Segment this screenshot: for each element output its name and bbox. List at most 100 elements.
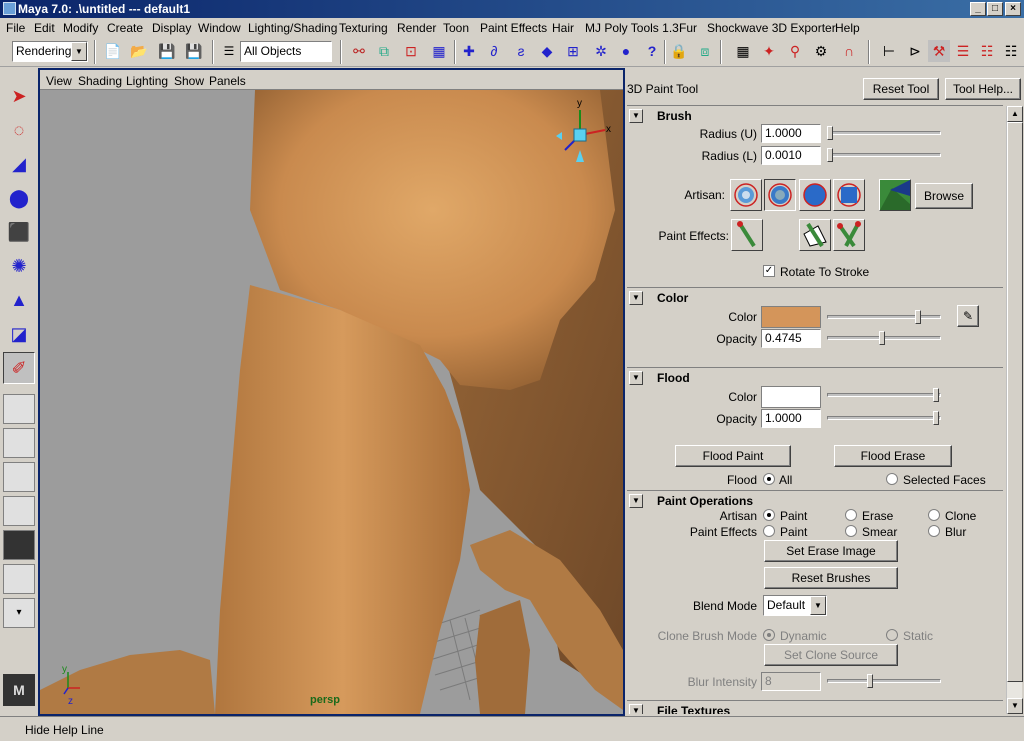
radius-u-slider[interactable] — [827, 126, 941, 140]
viewport-menu-panels[interactable]: Panels — [209, 74, 246, 88]
color-opacity-slider[interactable] — [827, 331, 941, 345]
collapse-triangle-icon[interactable]: ▼ — [629, 704, 643, 714]
ipr-render-icon[interactable]: ✦ — [758, 40, 780, 62]
flood-opacity-slider[interactable] — [827, 411, 941, 425]
input-line-icon[interactable]: ⊢ — [878, 40, 900, 62]
maximize-button[interactable]: □ — [987, 2, 1003, 16]
hypershade-icon[interactable]: ⚙ — [810, 40, 832, 62]
attribute-editor-toggle-icon[interactable]: ☰ — [952, 40, 974, 62]
collapse-triangle-icon[interactable]: ▼ — [629, 371, 643, 385]
four-view-layout-icon[interactable] — [3, 428, 35, 458]
persp-trax-layout-icon[interactable] — [3, 564, 35, 594]
lock-icon[interactable]: 🔒 — [668, 40, 690, 62]
menu-lighting-shading[interactable]: Lighting/Shading — [248, 21, 337, 35]
select-by-component-icon[interactable]: ⊡ — [400, 40, 422, 62]
menu-modify[interactable]: Modify — [63, 21, 98, 35]
scroll-thumb[interactable] — [1007, 122, 1023, 682]
radius-l-field[interactable]: 0.0010 — [761, 146, 821, 165]
color-swatch[interactable] — [761, 306, 821, 328]
color-opacity-field[interactable]: 0.4745 — [761, 329, 821, 348]
set-clone-source-button[interactable]: Set Clone Source — [764, 644, 898, 666]
construction-history-icon[interactable]: ⧈ — [694, 40, 716, 62]
snap-to-curve-icon[interactable]: ∂ — [483, 40, 505, 62]
tool-settings-toggle-icon[interactable]: ⚒ — [928, 40, 950, 62]
channel-box-toggle-icon[interactable]: ⊳ — [904, 40, 926, 62]
blur-intensity-slider[interactable] — [827, 674, 941, 688]
3d-paint-tool-icon[interactable]: ✐ — [3, 352, 35, 384]
render-sphere-icon[interactable]: ● — [615, 40, 637, 62]
file-textures-section-header[interactable]: ▼ File Textures — [627, 700, 1003, 714]
selection-field[interactable]: All Objects — [240, 41, 332, 62]
scale-tool-icon[interactable]: ✺ — [3, 250, 35, 282]
collapse-triangle-icon[interactable]: ▼ — [629, 291, 643, 305]
flood-paint-button[interactable]: Flood Paint — [675, 445, 791, 467]
viewport-menu-lighting[interactable]: Lighting — [126, 74, 168, 88]
menu-edit[interactable]: Edit — [34, 21, 55, 35]
browse-brush-image-icon[interactable] — [879, 179, 911, 211]
radius-u-field[interactable]: 1.0000 — [761, 124, 821, 143]
select-by-object-type-icon[interactable]: ⧉ — [373, 40, 395, 62]
persp-outliner-layout-icon[interactable] — [3, 462, 35, 492]
square-brush-icon[interactable] — [833, 179, 865, 211]
history-icon[interactable]: ✲ — [590, 40, 612, 62]
slider-thumb[interactable] — [879, 331, 885, 345]
flood-erase-button[interactable]: Flood Erase — [834, 445, 952, 467]
flood-color-swatch[interactable] — [761, 386, 821, 408]
persp-graph-layout-icon[interactable] — [3, 496, 35, 526]
flood-color-slider[interactable] — [827, 388, 941, 402]
menu-display[interactable]: Display — [152, 21, 191, 35]
artisan-paint-radio[interactable] — [763, 509, 775, 521]
menu-toon[interactable]: Toon — [443, 21, 469, 35]
slider-thumb[interactable] — [827, 148, 833, 162]
menu-hair[interactable]: Hair — [552, 21, 574, 35]
save-scene-as-icon[interactable]: 💾 — [183, 40, 205, 62]
menu-create[interactable]: Create — [107, 21, 143, 35]
slider-thumb[interactable] — [933, 388, 939, 402]
close-button[interactable]: × — [1005, 2, 1021, 16]
blend-mode-dropdown[interactable]: Default ▼ — [763, 595, 827, 616]
slider-thumb[interactable] — [933, 411, 939, 425]
slider-thumb[interactable] — [827, 126, 833, 140]
browse-button[interactable]: Browse — [915, 183, 973, 209]
flood-opacity-field[interactable]: 1.0000 — [761, 409, 821, 428]
move-tool-icon[interactable]: ⬤ — [3, 182, 35, 214]
menu-set-dropdown[interactable]: Rendering ▼ — [12, 41, 88, 62]
slider-thumb[interactable] — [915, 310, 921, 324]
color-picker-eyedropper-icon[interactable]: ✎ — [957, 305, 979, 327]
set-erase-image-button[interactable]: Set Erase Image — [764, 540, 898, 562]
collapse-triangle-icon[interactable]: ▼ — [629, 109, 643, 123]
pe-paint-radio[interactable] — [763, 525, 775, 537]
viewport-menu-show[interactable]: Show — [174, 74, 204, 88]
menu-shockwave-exporter[interactable]: Shockwave 3D Exporter — [707, 21, 836, 35]
channel-layer-toggle-icon[interactable]: ☷ — [1000, 40, 1022, 62]
flood-section-header[interactable]: ▼ Flood — [627, 367, 1003, 387]
gaussian-brush-icon[interactable] — [764, 179, 796, 211]
rotate-tool-icon[interactable]: ⬛ — [3, 216, 35, 248]
select-tool-icon[interactable]: ➤ — [3, 80, 35, 112]
render-current-frame-icon[interactable]: ▦ — [732, 40, 754, 62]
lasso-tool-icon[interactable]: ◌ — [3, 114, 35, 146]
pe-blur-radio[interactable] — [928, 525, 940, 537]
viewport-menu-shading[interactable]: Shading — [78, 74, 122, 88]
solid-round-brush-icon[interactable] — [799, 179, 831, 211]
render-settings-icon[interactable]: ⚲ — [784, 40, 806, 62]
reset-brushes-button[interactable]: Reset Brushes — [764, 567, 898, 589]
blur-intensity-field[interactable]: 8 — [761, 672, 821, 691]
artisan-clone-radio[interactable] — [928, 509, 940, 521]
pe-smear-radio[interactable] — [845, 525, 857, 537]
menu-paint-effects[interactable]: Paint Effects — [480, 21, 547, 35]
menu-file[interactable]: File — [6, 21, 25, 35]
soft-modification-icon[interactable]: ◪ — [3, 318, 35, 350]
reset-tool-button[interactable]: Reset Tool — [863, 78, 939, 100]
flood-selected-faces-radio[interactable] — [886, 473, 898, 485]
viewport-menu-view[interactable]: View — [46, 74, 72, 88]
artisan-erase-radio[interactable] — [845, 509, 857, 521]
flood-all-radio[interactable] — [763, 473, 775, 485]
mask-icon[interactable]: ▦ — [428, 40, 450, 62]
brush-presets-icon[interactable] — [799, 219, 831, 251]
selection-mask-icon[interactable]: ☰ — [218, 40, 240, 62]
layout-dropdown-icon[interactable]: ▾ — [3, 598, 35, 628]
brush-section-header[interactable]: ▼ Brush — [627, 105, 1003, 125]
hypershade-persp-layout-icon[interactable] — [3, 530, 35, 560]
slider-thumb[interactable] — [867, 674, 873, 688]
